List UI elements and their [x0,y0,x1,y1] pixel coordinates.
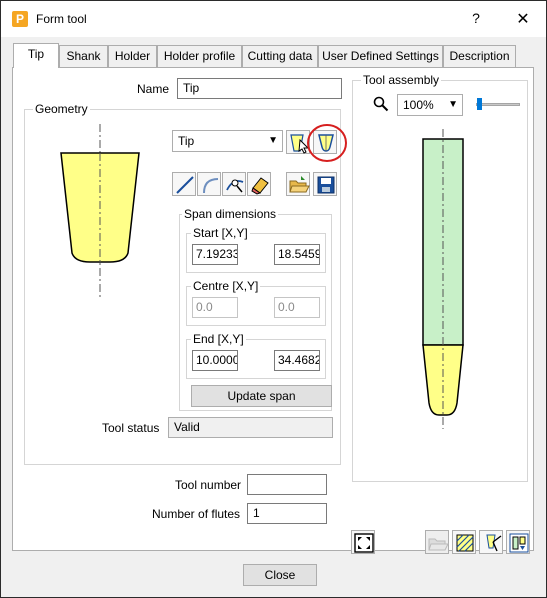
tab-user-defined-settings[interactable]: User Defined Settings [318,45,443,67]
tool-number-label: Tool number [175,478,242,492]
eraser-icon [251,177,269,195]
chevron-down-icon: ▼ [448,99,458,110]
fit-view-icon [354,533,374,553]
name-input[interactable]: Tip [177,78,342,99]
zoom-slider-thumb[interactable] [477,98,482,110]
zoom-select[interactable]: 100% ▼ [397,94,463,116]
centre-label: Centre [X,Y] [191,279,261,293]
start-group: Start [X,Y] 7.19233 18.5459 [186,226,326,273]
title-bar: P Form tool ? ✕ [1,1,546,37]
arc-icon [203,178,219,194]
centre-x-input[interactable]: 0.0 [192,297,238,318]
edit-span-button[interactable] [222,172,246,196]
window-title: Form tool [36,12,87,26]
tab-holder[interactable]: Holder [108,45,157,67]
tool-assembly-group: Tool assembly 100% ▼ [352,73,528,482]
number-of-flutes-input[interactable]: 1 [247,503,327,524]
tab-tip[interactable]: Tip [13,43,59,68]
chevron-down-icon: ▼ [268,135,278,146]
tab-description[interactable]: Description [443,45,516,67]
highlight-circle [307,124,347,162]
edit-tool-icon [486,534,502,552]
zoom-select-value: 100% [403,98,434,112]
tab-cutting-data[interactable]: Cutting data [242,45,318,67]
zoom-slider-track[interactable] [476,103,520,106]
profile-select[interactable]: Tip ▼ [172,130,283,152]
tip-profile-preview [60,124,140,300]
end-group: End [X,Y] 10.0000 34.4682 [186,332,326,379]
tool-assembly-preview [422,129,464,429]
tool-status-field: Valid [168,417,333,438]
arc-tool-button[interactable] [197,172,221,196]
tab-panel-tip: Name Tip Geometry Tip ▼ Span dimensions … [12,67,534,554]
start-y-input[interactable]: 18.5459 [274,244,320,265]
end-y-input[interactable]: 34.4682 [274,350,320,371]
form-tool-dialog: P Form tool ? ✕ Tip Shank Holder Holder … [0,0,547,598]
folder-open-icon [289,176,310,193]
hatch-icon [456,534,474,552]
fit-view-button[interactable] [351,530,375,554]
save-profile-button[interactable] [313,172,337,196]
centre-y-input[interactable]: 0.0 [274,297,320,318]
line-tool-button[interactable] [172,172,196,196]
end-label: End [X,Y] [191,332,246,346]
open-profile-button[interactable] [286,172,310,196]
name-label: Name [137,82,170,96]
tab-holder-profile[interactable]: Holder profile [157,45,242,67]
assembly-view-icon [509,533,529,553]
help-button[interactable]: ? [467,10,485,26]
eraser-tool-button[interactable] [247,172,271,196]
number-of-flutes-label: Number of flutes [152,507,241,521]
hatch-tool-button[interactable] [452,530,476,554]
profile-select-value: Tip [178,134,195,148]
tab-shank[interactable]: Shank [59,45,108,67]
span-dimensions-group: Span dimensions Start [X,Y] 7.19233 18.5… [179,207,332,411]
edit-tool-button[interactable] [479,530,503,554]
close-button[interactable]: Close [243,564,317,586]
tool-status-label: Tool status [102,421,160,435]
update-span-button[interactable]: Update span [191,385,332,407]
open-assembly-button[interactable] [425,530,449,554]
assembly-view-button[interactable] [506,530,530,554]
close-window-icon[interactable]: ✕ [513,9,533,29]
tool-number-input[interactable] [247,474,327,495]
line-icon [176,176,194,194]
end-x-input[interactable]: 10.0000 [192,350,238,371]
folder-open-disabled-icon [428,538,449,551]
zoom-icon [373,96,389,112]
span-dimensions-title: Span dimensions [182,207,279,221]
start-x-input[interactable]: 7.19233 [192,244,238,265]
edit-span-icon [226,179,244,193]
tool-assembly-title: Tool assembly [361,73,442,87]
geometry-group: Geometry Tip ▼ Span dimensions Start [X,… [24,102,347,465]
start-label: Start [X,Y] [191,226,250,240]
app-icon: P [12,11,28,27]
save-icon [317,176,335,194]
geometry-title: Geometry [33,102,90,116]
centre-group: Centre [X,Y] 0.0 0.0 [186,279,326,326]
